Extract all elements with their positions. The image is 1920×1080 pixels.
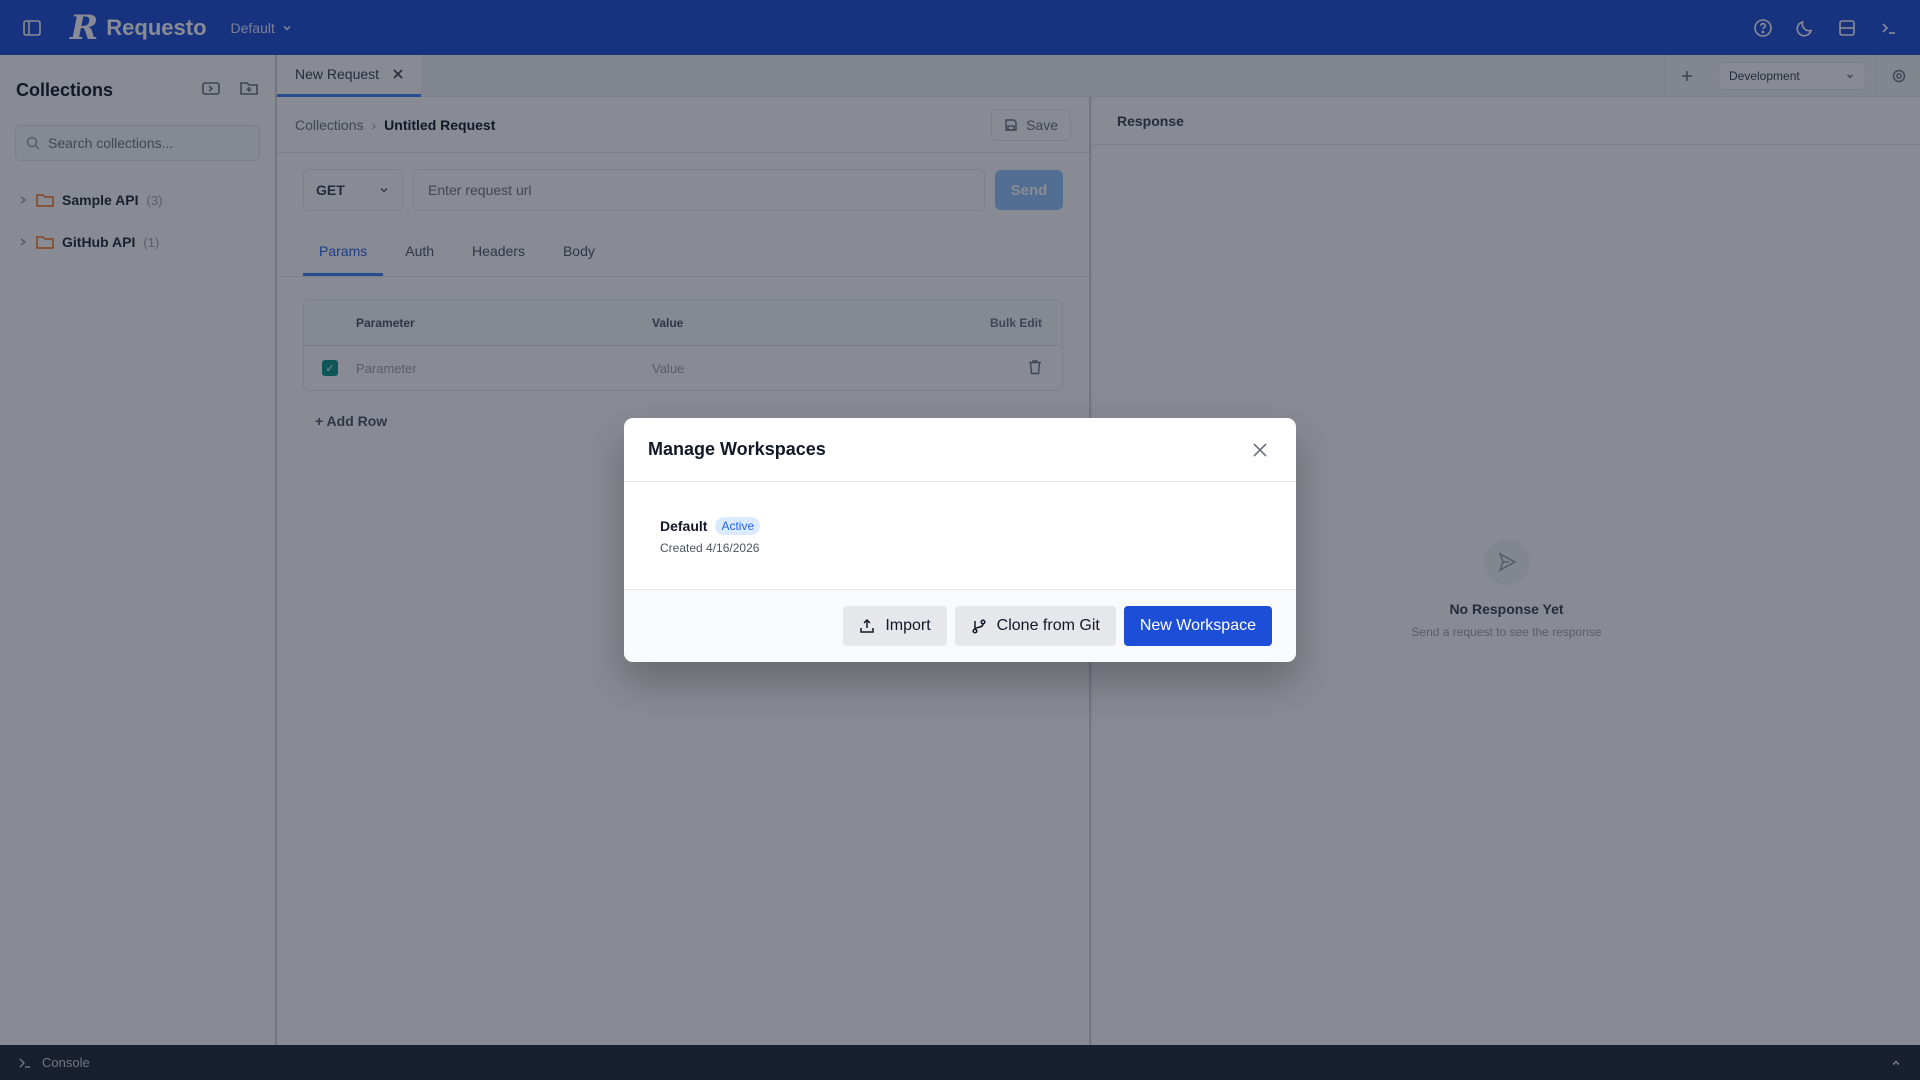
import-label: Import [885, 617, 931, 634]
clone-from-git-button[interactable]: Clone from Git [954, 606, 1116, 646]
new-workspace-button[interactable]: New Workspace [1123, 606, 1272, 646]
modal-footer: Import Clone from Git New Workspace [624, 590, 1296, 662]
modal-header: Manage Workspaces [624, 418, 1296, 482]
upload-icon [860, 618, 875, 633]
workspace-list: Default Active Created 4/16/2026 [624, 482, 1296, 590]
status-badge: Active [715, 516, 761, 535]
git-branch-icon [972, 619, 986, 634]
clone-label: Clone from Git [996, 617, 1100, 634]
close-icon[interactable] [1248, 438, 1272, 462]
manage-workspaces-dialog: Manage Workspaces Default Active Created… [624, 418, 1296, 662]
modal-title: Manage Workspaces [648, 439, 826, 459]
workspace-item[interactable]: Default Active [660, 516, 1260, 535]
import-button[interactable]: Import [843, 606, 947, 646]
workspace-name: Default [660, 517, 708, 534]
workspace-created: Created 4/16/2026 [660, 540, 760, 555]
